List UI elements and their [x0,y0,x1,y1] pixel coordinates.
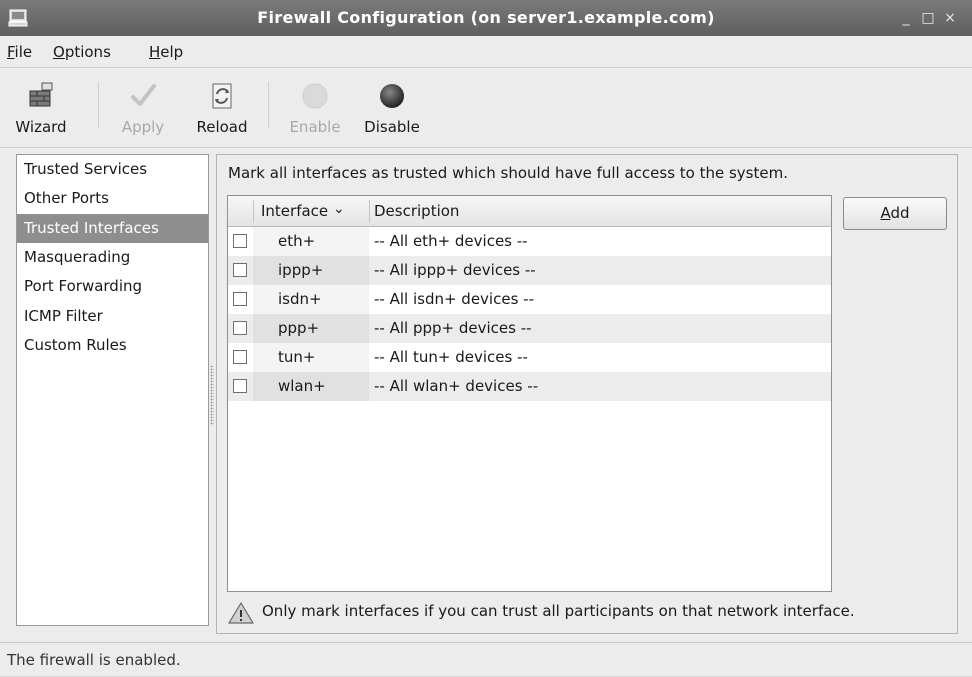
warning-icon [228,602,254,624]
interface-cell: isdn+ [278,290,322,308]
enable-icon [302,83,328,109]
interface-cell: tun+ [278,348,316,366]
sidebar-item-port-forwarding[interactable]: Port Forwarding [17,272,208,301]
sidebar-item-trusted-interfaces[interactable]: Trusted Interfaces [17,214,208,243]
column-divider [253,200,254,223]
column-header-interface[interactable]: Interface ⌄ [261,196,345,227]
trusted-checkbox[interactable] [233,321,247,335]
trusted-checkbox[interactable] [233,292,247,306]
table-row[interactable]: eth+ -- All eth+ devices -- [228,227,831,256]
menu-options[interactable]: Options [53,36,111,68]
column-divider [369,200,370,223]
panel-description: Mark all interfaces as trusted which sho… [228,164,788,182]
wizard-icon [29,82,53,107]
table-row[interactable]: isdn+ -- All isdn+ devices -- [228,285,831,314]
firewall-window: Firewall Configuration (on server1.examp… [0,0,972,676]
table-row[interactable]: ippp+ -- All ippp+ devices -- [228,256,831,285]
description-cell: -- All ppp+ devices -- [374,319,532,337]
trusted-checkbox[interactable] [233,263,247,277]
toolbar-separator [268,82,269,128]
interface-cell: ippp+ [278,261,324,279]
window-title: Firewall Configuration (on server1.examp… [257,8,715,27]
reload-icon [212,83,232,109]
interface-cell: eth+ [278,232,316,250]
trusted-checkbox[interactable] [233,350,247,364]
status-text: The firewall is enabled. [7,651,181,669]
maximize-button[interactable]: □ [919,9,937,27]
enable-label: Enable [289,118,341,136]
menu-bar: File Options Help [0,36,972,68]
apply-button[interactable]: Apply [114,74,172,142]
minimize-button[interactable]: _ [897,9,915,27]
menu-help[interactable]: Help [149,36,183,68]
trusted-interfaces-panel: Mark all interfaces as trusted which sho… [216,154,958,634]
add-interface-button[interactable]: Add [843,197,947,230]
trusted-checkbox[interactable] [233,234,247,248]
sidebar-item-icmp-filter[interactable]: ICMP Filter [17,302,208,331]
category-list: Trusted Services Other Ports Trusted Int… [16,154,209,626]
apply-label: Apply [121,118,165,136]
toolbar: Wizard Apply Reload Enable Disable [0,68,972,148]
status-bar: The firewall is enabled. [0,642,972,676]
table-row[interactable]: ppp+ -- All ppp+ devices -- [228,314,831,343]
toolbar-separator [98,82,99,128]
pane-splitter-handle[interactable] [210,365,214,425]
enable-button[interactable]: Enable [284,74,346,142]
interfaces-table: Interface ⌄ Description eth+ -- All eth+… [227,195,832,592]
menu-file[interactable]: File [7,36,32,68]
description-cell: -- All isdn+ devices -- [374,290,534,308]
disable-label: Disable [364,118,420,136]
column-header-description[interactable]: Description [374,196,459,227]
table-header: Interface ⌄ Description [228,196,831,227]
trusted-checkbox[interactable] [233,379,247,393]
wizard-label: Wizard [15,118,67,136]
description-cell: -- All eth+ devices -- [374,232,528,250]
table-row[interactable]: wlan+ -- All wlan+ devices -- [228,372,831,401]
sidebar-item-masquerading[interactable]: Masquerading [17,243,208,272]
wizard-button[interactable]: Wizard [12,74,70,142]
description-cell: -- All tun+ devices -- [374,348,528,366]
reload-label: Reload [196,118,248,136]
title-bar[interactable]: Firewall Configuration (on server1.examp… [0,0,972,36]
sort-descending-icon: ⌄ [332,201,345,217]
description-cell: -- All wlan+ devices -- [374,377,539,395]
interface-cell: wlan+ [278,377,326,395]
reload-button[interactable]: Reload [190,74,254,142]
close-button[interactable]: × [941,9,959,27]
warning-text: Only mark interfaces if you can trust al… [262,602,855,620]
sidebar-item-other-ports[interactable]: Other Ports [17,184,208,213]
table-row[interactable]: tun+ -- All tun+ devices -- [228,343,831,372]
disable-button[interactable]: Disable [360,74,424,142]
description-cell: -- All ippp+ devices -- [374,261,536,279]
checkmark-icon [131,84,156,106]
sidebar-item-trusted-services[interactable]: Trusted Services [17,155,208,184]
interface-cell: ppp+ [278,319,320,337]
sidebar-item-custom-rules[interactable]: Custom Rules [17,331,208,360]
disable-icon [380,84,404,108]
